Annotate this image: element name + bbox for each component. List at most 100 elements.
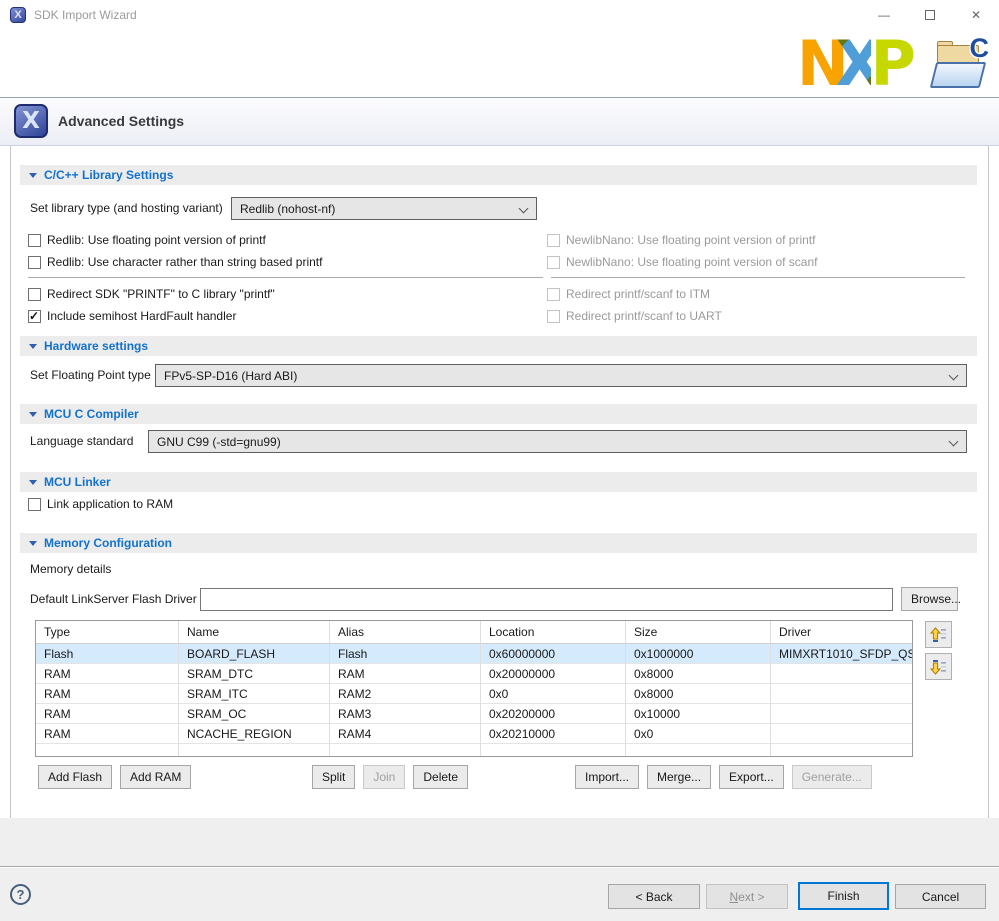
cell: 0x20200000 xyxy=(481,704,626,724)
cell: 0x0 xyxy=(481,684,626,704)
checkbox-newlibnano-printf: NewlibNano: Use floating point version o… xyxy=(547,232,815,248)
c-project-folder-icon: C xyxy=(931,37,991,91)
nxp-letter-p: P xyxy=(871,34,917,94)
table-row-ncache-region[interactable]: RAM NCACHE_REGION RAM4 0x20210000 0x0 xyxy=(36,724,912,744)
cancel-label: Cancel xyxy=(896,890,985,904)
table-row-sram-itc[interactable]: RAM SRAM_ITC RAM2 0x0 0x8000 xyxy=(36,684,912,704)
split-label: Split xyxy=(322,770,345,784)
table-row-sram-dtc[interactable]: RAM SRAM_DTC RAM 0x20000000 0x8000 xyxy=(36,664,912,684)
collapse-triangle-icon xyxy=(29,412,37,417)
memory-edit-buttons: Split Join Delete xyxy=(312,765,468,789)
cell: RAM4 xyxy=(330,724,481,744)
checkbox-redirect-itm: Redirect printf/scanf to ITM xyxy=(547,286,710,302)
col-alias: Alias xyxy=(330,621,481,644)
floating-point-combo[interactable]: FPv5-SP-D16 (Hard ABI) xyxy=(155,364,967,387)
checkbox-redlib-float-printf[interactable]: Redlib: Use floating point version of pr… xyxy=(28,232,266,248)
cell xyxy=(481,744,626,756)
col-driver: Driver xyxy=(771,621,912,644)
merge-button[interactable]: Merge... xyxy=(647,765,711,789)
finish-button[interactable]: Finish xyxy=(798,882,889,910)
nxp-logo: N X P xyxy=(797,34,917,94)
brand-area: N X P C xyxy=(797,32,991,96)
export-label: Export... xyxy=(729,770,774,784)
add-ram-button[interactable]: Add RAM xyxy=(120,765,191,789)
cell: MIMXRT1010_SFDP_QS... xyxy=(771,644,912,664)
move-up-icon xyxy=(930,626,948,644)
minimize-button[interactable]: — xyxy=(861,0,907,30)
language-standard-combo[interactable]: GNU C99 (-std=gnu99) xyxy=(148,430,967,453)
next-button: Next > xyxy=(706,884,788,909)
browse-button[interactable]: Browse... xyxy=(901,587,958,611)
cell: SRAM_OC xyxy=(179,704,330,724)
add-ram-label: Add RAM xyxy=(130,770,181,784)
flash-driver-input[interactable] xyxy=(200,588,893,611)
help-button[interactable]: ? xyxy=(10,884,31,905)
move-up-button[interactable] xyxy=(925,621,952,648)
checkbox-icon xyxy=(28,256,41,269)
checkbox-icon xyxy=(28,288,41,301)
checkbox-checked-icon xyxy=(28,310,41,323)
delete-button[interactable]: Delete xyxy=(413,765,468,789)
table-row-board-flash[interactable]: Flash BOARD_FLASH Flash 0x60000000 0x100… xyxy=(36,644,912,664)
cell: RAM3 xyxy=(330,704,481,724)
export-button[interactable]: Export... xyxy=(719,765,784,789)
import-button[interactable]: Import... xyxy=(575,765,639,789)
divider xyxy=(28,277,543,278)
split-button[interactable]: Split xyxy=(312,765,355,789)
finish-label: Finish xyxy=(800,889,887,903)
generate-label: Generate... xyxy=(802,770,862,784)
cell xyxy=(179,744,330,756)
merge-label: Merge... xyxy=(657,770,701,784)
flash-driver-label: Default LinkServer Flash Driver xyxy=(30,588,197,610)
section-memory-configuration[interactable]: Memory Configuration xyxy=(20,533,977,553)
checkbox-icon xyxy=(28,234,41,247)
checkbox-redlib-char-printf[interactable]: Redlib: Use character rather than string… xyxy=(28,254,322,270)
library-type-combo[interactable]: Redlib (nohost-nf) xyxy=(231,197,537,220)
chevron-down-icon xyxy=(949,371,959,381)
section-hardware-settings[interactable]: Hardware settings xyxy=(20,336,977,356)
checkbox-redirect-sdk-printf[interactable]: Redirect SDK "PRINTF" to C library "prin… xyxy=(28,286,275,302)
section-mcu-linker[interactable]: MCU Linker xyxy=(20,472,977,492)
delete-label: Delete xyxy=(423,770,458,784)
cancel-button[interactable]: Cancel xyxy=(895,884,986,909)
back-button[interactable]: < Back xyxy=(608,884,700,909)
section-mcu-c-compiler[interactable]: MCU C Compiler xyxy=(20,404,977,424)
checkbox-link-to-ram[interactable]: Link application to RAM xyxy=(28,496,173,512)
col-name: Name xyxy=(179,621,330,644)
table-row-sram-oc[interactable]: RAM SRAM_OC RAM3 0x20200000 0x10000 xyxy=(36,704,912,724)
checkbox-label: Redirect printf/scanf to UART xyxy=(566,309,722,323)
memory-details-label: Memory details xyxy=(30,558,111,580)
section-title: C/C++ Library Settings xyxy=(44,168,173,182)
section-library-settings[interactable]: C/C++ Library Settings xyxy=(20,165,977,185)
checkbox-semihost-hardfault[interactable]: Include semihost HardFault handler xyxy=(28,308,236,324)
cell: 0x8000 xyxy=(626,664,771,684)
floating-point-value: FPv5-SP-D16 (Hard ABI) xyxy=(164,369,297,383)
checkbox-label: Redlib: Use floating point version of pr… xyxy=(47,233,266,247)
checkbox-icon xyxy=(547,234,560,247)
cell: SRAM_ITC xyxy=(179,684,330,704)
close-button[interactable]: ✕ xyxy=(953,0,999,30)
maximize-button[interactable] xyxy=(907,0,953,30)
add-flash-button[interactable]: Add Flash xyxy=(38,765,112,789)
cell xyxy=(771,664,912,684)
table-header-row: Type Name Alias Location Size Driver xyxy=(36,621,912,644)
library-type-value: Redlib (nohost-nf) xyxy=(240,202,335,216)
cell: 0x20000000 xyxy=(481,664,626,684)
section-title: Memory Configuration xyxy=(44,536,172,550)
window-controls: — ✕ xyxy=(861,0,999,30)
nxp-letter-x: X xyxy=(836,34,871,94)
folder-c-letter: C xyxy=(970,33,990,64)
app-icon: X xyxy=(10,7,26,23)
cell: RAM xyxy=(36,664,179,684)
mcuxpresso-icon: X xyxy=(14,104,48,138)
checkbox-label: NewlibNano: Use floating point version o… xyxy=(566,255,817,269)
checkbox-label: NewlibNano: Use floating point version o… xyxy=(566,233,815,247)
cell: RAM xyxy=(36,704,179,724)
memory-add-buttons: Add Flash Add RAM xyxy=(38,765,191,789)
move-down-button[interactable] xyxy=(925,653,952,680)
cell xyxy=(36,744,179,756)
cell: 0x60000000 xyxy=(481,644,626,664)
collapse-triangle-icon xyxy=(29,344,37,349)
cell xyxy=(771,744,912,756)
chevron-down-icon xyxy=(949,437,959,447)
